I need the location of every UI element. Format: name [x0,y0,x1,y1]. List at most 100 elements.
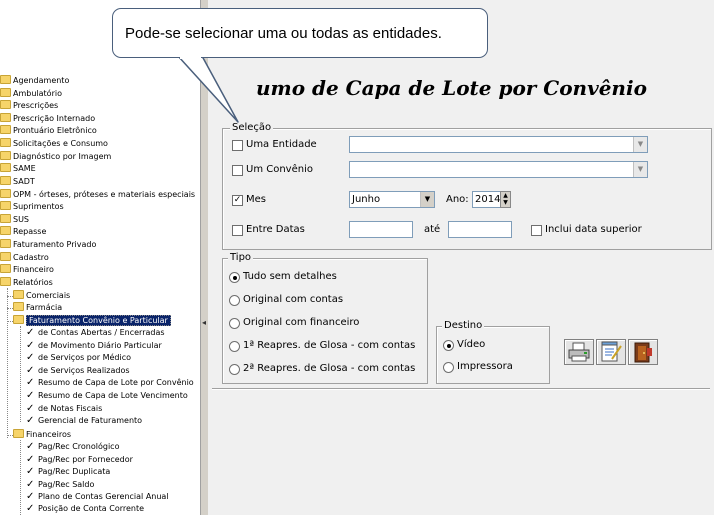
tree-item-faturamento-convenio[interactable]: Faturamento Convênio e Particular [13,315,171,327]
tree-item-ambulatorio[interactable]: Ambulatório [0,88,62,100]
tree-item-prescricoes[interactable]: Prescrições [0,100,58,112]
tree-item-same[interactable]: SAME [0,163,36,175]
impressora-radio[interactable] [443,362,454,373]
tree-item-repasse[interactable]: Repasse [0,226,46,238]
tree-item-report[interactable]: ✓ de Movimento Diário Particular [26,340,162,352]
collapse-arrow-icon[interactable]: ◂ [202,318,206,327]
preview-button[interactable] [596,339,626,365]
tree-item-report[interactable]: ✓ Pag/Rec Cronológico [26,441,119,453]
tipo-radio[interactable] [229,272,240,283]
selecao-legend: Seleção [230,122,274,133]
notepad-icon [601,341,622,362]
tree-item-report[interactable]: ✓ de Notas Fiscais [26,403,102,415]
checkmark-icon: ✓ [26,365,35,376]
tree-item-sus[interactable]: SUS [0,214,29,226]
tree-item-comerciais[interactable]: Comerciais [13,290,70,302]
tree-item-prescricao-internado[interactable]: Prescrição Internado [0,113,95,125]
tree-item-suprimentos[interactable]: Suprimentos [0,201,64,213]
chevron-down-icon[interactable]: ▼ [633,162,647,177]
tree-item-report[interactable]: ✓ Gerencial de Faturamento [26,415,142,427]
convenio-select[interactable]: ▼ [349,161,648,178]
um-convenio-label: Um Convênio [246,164,313,175]
print-button[interactable] [564,339,594,365]
folder-icon [0,201,11,210]
tipo-radio[interactable] [229,364,240,375]
um-convenio-checkbox[interactable] [232,165,243,176]
tree-item-cadastro[interactable]: Cadastro [0,252,49,264]
uma-entidade-checkbox[interactable] [232,140,243,151]
folder-icon [0,113,11,122]
tree-item-solicitacoes[interactable]: Solicitações e Consumo [0,138,108,150]
spin-up-icon[interactable]: ▲ [501,192,510,199]
tree-item-financeiros[interactable]: Financeiros [13,429,71,441]
folder-icon [0,151,11,160]
checkmark-icon: ✓ [26,466,35,477]
checkmark-icon: ✓ [26,403,35,414]
inclui-data-superior-checkbox[interactable] [531,225,542,236]
folder-icon [0,214,11,223]
tree-item-financeiro[interactable]: Financeiro [0,264,54,276]
tree-item-report[interactable]: ✓ Pag/Rec Saldo [26,479,94,491]
mes-label: Mes [246,194,266,205]
tree-item-report[interactable]: ✓ de Contas Abertas / Encerradas [26,327,165,339]
folder-icon [0,176,11,185]
data-fim-input[interactable] [448,221,512,238]
ano-stepper[interactable]: ▲ ▼ [500,191,511,208]
tree-item-report[interactable]: ✓ de Serviços por Médico [26,352,131,364]
mes-select[interactable]: Junho ▼ [349,191,435,208]
chevron-down-icon[interactable]: ▼ [633,137,647,152]
mes-checkbox[interactable]: ✓ [232,195,243,206]
entre-datas-checkbox[interactable] [232,225,243,236]
door-exit-icon [634,342,652,363]
ano-input[interactable]: 2014 [472,191,502,208]
folder-icon [0,277,11,286]
tree-connector [20,440,21,515]
tree-item-report[interactable]: ✓ Resumo de Capa de Lote por Convênio [26,377,194,389]
tree-item-diagnostico[interactable]: Diagnóstico por Imagem [0,151,111,163]
tree-item-agendamento[interactable]: Agendamento [0,75,69,87]
tree-connector [20,326,21,422]
tree-item-farmacia[interactable]: Farmácia [13,302,62,314]
tipo-option-label: Original com financeiro [243,317,360,328]
checkmark-icon: ✓ [26,352,35,363]
tree-item-report[interactable]: ✓ Pag/Rec por Fornecedor [26,454,133,466]
checkmark-icon: ✓ [26,390,35,401]
destino-legend: Destino [442,320,485,331]
folder-icon [0,239,11,248]
tipo-option-label: 1ª Reapres. de Glosa - com contas [243,340,416,351]
tree-item-opm[interactable]: OPM - órteses, próteses e materiais espe… [0,189,195,201]
tree-item-report[interactable]: ✓ Pag/Rec Duplicata [26,466,110,478]
tipo-radio[interactable] [229,295,240,306]
folder-icon [0,88,11,97]
tree-item-prontuario[interactable]: Prontuário Eletrônico [0,125,97,137]
mes-select-value: Junho [352,194,381,205]
ate-label: até [424,224,441,235]
tipo-radio[interactable] [229,318,240,329]
impressora-label: Impressora [457,361,513,372]
tree-item-report[interactable]: ✓ Resumo de Capa de Lote Vencimento [26,390,188,402]
tooltip-callout: Pode-se selecionar uma ou todas as entid… [112,8,488,58]
folder-icon [0,75,11,84]
entidade-select[interactable]: ▼ [349,136,648,153]
checkmark-icon: ✓ [26,377,35,388]
data-inicio-input[interactable] [349,221,413,238]
folder-icon [0,125,11,134]
tipo-radio[interactable] [229,341,240,352]
tree-item-report[interactable]: ✓ Posição de Conta Corrente [26,503,144,515]
tipo-option-label: Tudo sem detalhes [243,271,337,282]
checkmark-icon: ✓ [26,441,35,452]
tree-item-report[interactable]: ✓ Plano de Contas Gerencial Anual [26,491,169,503]
checkmark-icon: ✓ [26,327,35,338]
checkmark-icon: ✓ [26,491,35,502]
exit-button[interactable] [628,339,658,365]
tipo-option-label: Original com contas [243,294,344,305]
tree-item-report[interactable]: ✓ de Serviços Realizados [26,365,130,377]
tree-item-sadt[interactable]: SADT [0,176,35,188]
chevron-down-icon[interactable]: ▼ [420,192,434,207]
spin-down-icon[interactable]: ▼ [501,199,510,206]
tree-item-faturamento-privado[interactable]: Faturamento Privado [0,239,96,251]
tipo-legend: Tipo [228,252,254,263]
folder-icon [0,138,11,147]
folder-icon [0,226,11,235]
video-radio[interactable] [443,340,454,351]
